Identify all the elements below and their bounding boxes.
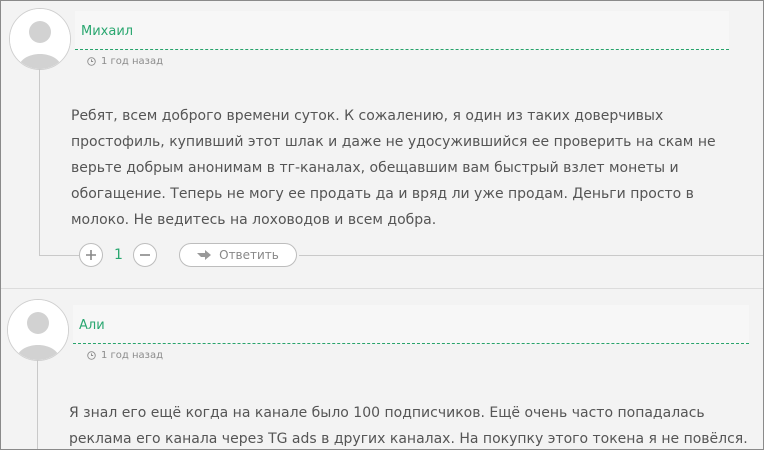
avatar [7,299,69,361]
comment-text: Я знал его ещё когда на канале было 100 … [69,405,748,447]
plus-icon [86,250,96,260]
comment-header [75,11,729,50]
reply-button-label: Ответить [219,248,279,262]
comment-date-text: 1 год назад [101,56,164,67]
thread-line [37,360,38,449]
comment-author[interactable]: Али [79,318,105,333]
comment-author[interactable]: Михаил [81,24,133,39]
thread-line [39,69,40,255]
comment-text: Ребят, всем доброго времени суток. К сож… [71,108,716,228]
vote-count: 1 [114,247,123,263]
minus-icon [140,254,150,256]
clock-icon [87,351,96,360]
comments-section: Михаил 1 год назад Ребят, всем доброго в… [0,0,764,450]
downvote-button[interactable] [133,243,157,267]
avatar [9,8,71,70]
comment-date: 1 год назад [87,56,163,67]
reply-arrow-icon [197,250,212,260]
comment-item: Али 1 год назад Я знал его ещё когда на … [1,288,763,449]
comment-item: Михаил 1 год назад Ребят, всем доброго в… [1,1,763,288]
clock-icon [87,57,96,66]
thread-connector [299,255,763,256]
comment-header [73,305,749,344]
thread-connector [39,255,79,256]
comment-date: 1 год назад [87,350,163,361]
upvote-button[interactable] [79,243,103,267]
user-silhouette-icon [10,9,70,69]
comment-date-text: 1 год назад [101,350,164,361]
user-silhouette-icon [8,300,68,360]
reply-button[interactable]: Ответить [179,243,297,267]
